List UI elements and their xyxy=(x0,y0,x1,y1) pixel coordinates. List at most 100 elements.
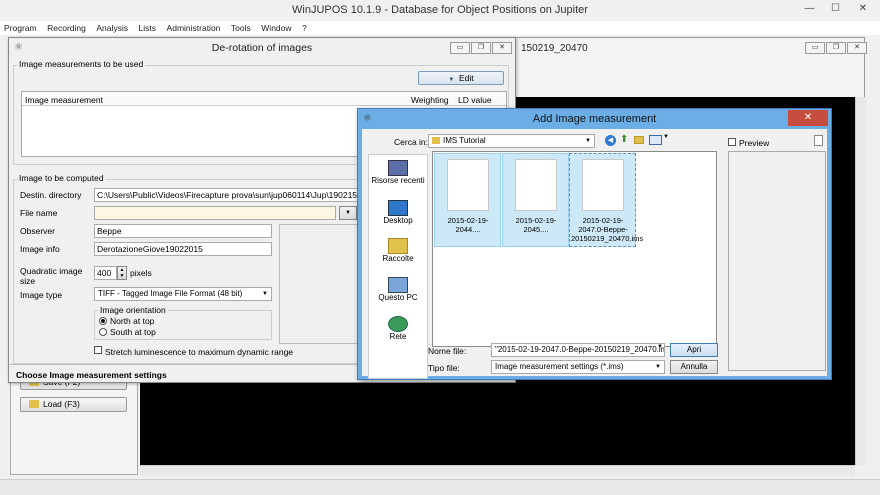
file-name: 2015-02-19-2047.0-Beppe-20150219_20470.i… xyxy=(571,216,644,243)
menu-analysis[interactable]: Analysis xyxy=(92,21,132,35)
menu-help[interactable]: ? xyxy=(298,21,311,35)
minimize-button[interactable]: — xyxy=(797,0,822,18)
open-button[interactable]: Apri xyxy=(670,343,718,357)
up-folder-icon[interactable]: ⬆ xyxy=(620,134,628,145)
stretch-checkbox[interactable] xyxy=(94,346,102,354)
file-icon xyxy=(582,159,624,211)
network-icon xyxy=(388,316,408,332)
add-dialog-close-button[interactable]: ✕ xyxy=(788,110,828,126)
place-network[interactable]: Rete xyxy=(369,316,427,341)
folder-icon xyxy=(29,400,39,408)
chevron-down-icon[interactable]: ▼ xyxy=(663,134,669,140)
load-button[interactable]: Load (F3) xyxy=(20,397,127,412)
maximize-button[interactable]: ☐ xyxy=(823,0,848,18)
add-dialog-title: Add Image measurement xyxy=(532,113,657,125)
observer-field[interactable]: Beppe xyxy=(94,224,272,238)
filename-input[interactable]: "2015-02-19-2047.0-Beppe-20150219_20470.… xyxy=(491,343,665,357)
place-label: Rete xyxy=(389,332,407,341)
file-item[interactable]: 2015-02-19-2044.... xyxy=(434,153,501,247)
places-bar: Risorse recenti Desktop Raccolte Questo … xyxy=(368,154,428,379)
filename-field[interactable] xyxy=(94,206,336,220)
lookin-value: IMS Tutorial xyxy=(443,136,486,145)
file-icon xyxy=(515,159,557,211)
file-icon xyxy=(447,159,489,211)
preview-checkbox[interactable] xyxy=(728,138,736,146)
derotation-title: De-rotation of images xyxy=(211,42,313,54)
desktop-icon xyxy=(388,200,408,216)
image-window: 150219_20470 ▭ ❐ ✕ xyxy=(515,37,867,98)
preview-label[interactable]: Preview xyxy=(739,138,769,148)
cancel-button[interactable]: Annulla xyxy=(670,360,718,374)
main-window-title: WinJUPOS 10.1.9 - Database for Object Po… xyxy=(0,0,880,21)
menu-tools[interactable]: Tools xyxy=(227,21,255,35)
imagetype-value: TIFF - Tagged Image File Format (48 bit) xyxy=(98,289,243,298)
stretch-label[interactable]: Stretch luminescence to maximum dynamic … xyxy=(105,347,293,357)
view-menu-icon[interactable] xyxy=(649,135,662,145)
computed-group-label: Image to be computed xyxy=(17,173,106,183)
back-icon[interactable]: ◀ xyxy=(605,135,616,146)
close-button[interactable]: ✕ xyxy=(849,0,877,18)
observer-label: Observer xyxy=(20,226,55,236)
menu-lists[interactable]: Lists xyxy=(135,21,160,35)
south-radio[interactable] xyxy=(99,328,107,336)
orientation-label: Image orientation xyxy=(98,305,168,315)
place-recent[interactable]: Risorse recenti xyxy=(369,160,427,185)
place-label: Raccolte xyxy=(382,254,414,263)
imageinfo-label: Image info xyxy=(20,244,60,254)
radio-dot xyxy=(101,319,105,323)
file-name: 2015-02-19-2044.... xyxy=(447,216,489,234)
place-label: Risorse recenti xyxy=(371,176,425,185)
south-label[interactable]: South at top xyxy=(110,327,156,337)
filename-dropdown-button[interactable]: ▼ xyxy=(339,206,357,220)
horizontal-scrollbar[interactable] xyxy=(140,465,855,476)
edit-button[interactable]: ▼ Edit xyxy=(418,71,504,85)
imagetype-select[interactable]: TIFF - Tagged Image File Format (48 bit)… xyxy=(94,287,272,301)
vertical-scrollbar[interactable] xyxy=(855,97,866,465)
choose-settings-label[interactable]: Choose Image measurement settings xyxy=(16,370,167,380)
new-folder-icon[interactable] xyxy=(634,136,644,144)
col-ld-value[interactable]: LD value xyxy=(458,95,492,105)
chevron-down-icon: ▼ xyxy=(448,77,455,83)
lookin-select[interactable]: IMS Tutorial ▼ xyxy=(428,134,595,148)
north-radio[interactable] xyxy=(99,317,107,325)
mdi-close-button[interactable]: ✕ xyxy=(847,42,867,54)
filetype-select[interactable]: Image measurement settings (*.ims) ▼ xyxy=(491,360,665,374)
quadsize-field[interactable]: 400 xyxy=(94,266,117,280)
menu-program[interactable]: Program xyxy=(0,21,41,35)
north-label[interactable]: North at top xyxy=(110,316,154,326)
derot-restore-button[interactable]: ❐ xyxy=(471,42,491,54)
file-list[interactable]: 2015-02-19-2044.... 2015-02-19-2045.... … xyxy=(432,151,717,347)
mdi-restore-button[interactable]: ❐ xyxy=(826,42,846,54)
place-desktop[interactable]: Desktop xyxy=(369,200,427,225)
derot-close-button[interactable]: ✕ xyxy=(492,42,512,54)
main-bottom-scrollbar[interactable] xyxy=(0,479,880,495)
quadsize-label-2: size xyxy=(20,276,36,286)
menu-administration[interactable]: Administration xyxy=(163,21,225,35)
computer-icon xyxy=(388,277,408,293)
menu-recording[interactable]: Recording xyxy=(43,21,90,35)
place-libraries[interactable]: Raccolte xyxy=(369,238,427,263)
derot-minimize-button[interactable]: ▭ xyxy=(450,42,470,54)
menu-bar: Program Recording Analysis Lists Adminis… xyxy=(0,21,880,35)
imageinfo-field[interactable]: DerotazioneGiove19022015 xyxy=(94,242,272,256)
quadsize-label-1: Quadratic image xyxy=(20,266,83,276)
filetype-label: Tipo file: xyxy=(428,363,460,373)
file-item[interactable]: 2015-02-19-2047.0-Beppe-20150219_20470.i… xyxy=(569,153,644,247)
mdi-minimize-button[interactable]: ▭ xyxy=(805,42,825,54)
add-measurement-dialog: ⚛ Add Image measurement ✕ Cerca in: IMS … xyxy=(357,108,832,380)
edit-label: Edit xyxy=(459,73,474,83)
menu-window[interactable]: Window xyxy=(257,21,295,35)
lookin-label: Cerca in: xyxy=(394,137,429,147)
col-measurement[interactable]: Image measurement xyxy=(25,95,103,105)
chevron-down-icon: ▼ xyxy=(585,138,591,144)
recent-places-icon xyxy=(388,160,408,176)
measurements-group-label: Image measurements to be used xyxy=(17,59,146,69)
quadsize-spinner[interactable]: ▲ ▼ xyxy=(117,266,127,280)
preview-area xyxy=(279,224,361,344)
preview-page-icon xyxy=(814,135,823,146)
destin-directory-field[interactable]: C:\Users\Public\Videos\Firecapture prova… xyxy=(94,188,360,202)
file-item[interactable]: 2015-02-19-2045.... xyxy=(502,153,569,247)
place-computer[interactable]: Questo PC xyxy=(369,277,427,302)
chevron-down-icon[interactable]: ▼ xyxy=(657,344,663,350)
col-weighting[interactable]: Weighting xyxy=(411,95,449,105)
